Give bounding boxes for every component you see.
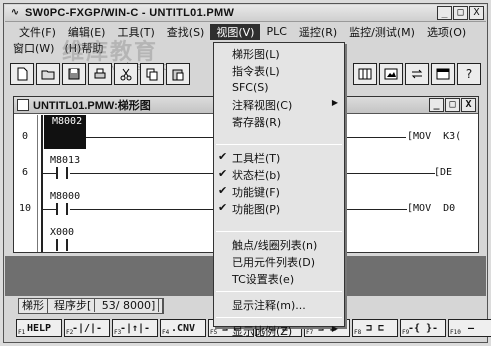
fkey-contact-nc[interactable]: -|/|- F2 <box>64 319 110 337</box>
menu-separator <box>216 231 342 232</box>
submenu-arrow-icon: ▶ <box>331 324 338 333</box>
rung-wire <box>43 173 56 174</box>
instruction-2: [DE <box>434 167 453 178</box>
menu-window[interactable]: 窗口(W) <box>13 40 54 56</box>
menu-item-contact-coil-list[interactable]: 触点/线圈列表(n) <box>214 236 344 253</box>
contact-symbol[interactable] <box>56 239 68 251</box>
paste-icon <box>172 69 184 81</box>
menu-item-registers[interactable]: 寄存器(R) <box>214 113 344 130</box>
step-number: 6 <box>21 167 29 178</box>
fkey-help[interactable]: HELP F1 <box>16 319 62 337</box>
menu-separator <box>216 144 342 145</box>
scissors-icon <box>120 68 132 81</box>
contact-symbol[interactable] <box>56 203 68 215</box>
step-number: 10 <box>18 203 32 214</box>
window-icon <box>436 68 450 80</box>
close-button[interactable]: X <box>469 6 484 20</box>
menu-plc[interactable]: PLC <box>260 25 292 38</box>
copy-button[interactable] <box>140 63 164 85</box>
picture-icon <box>384 68 398 80</box>
child-minimize-button[interactable]: _ <box>429 98 444 112</box>
view-menu-dropdown: 梯形图(L) 指令表(L) SFC(S) 注释视图(C) ▶ 寄存器(R) ✔ 工具… <box>213 42 345 338</box>
menu-item-status-bar[interactable]: ✔ 状态栏(b) <box>214 166 344 183</box>
menu-item-function-keys[interactable]: ✔ 功能键(F) <box>214 183 344 200</box>
menu-item-used-devices[interactable]: 已用元件列表(D) <box>214 253 344 270</box>
help-button[interactable]: ? <box>457 63 481 85</box>
open-folder-icon <box>41 70 55 80</box>
menu-item-sfc[interactable]: SFC(S) <box>214 79 344 96</box>
fkey-line[interactable]: — F10 <box>448 319 491 337</box>
new-file-button[interactable] <box>10 63 34 85</box>
toolbar-button-c[interactable] <box>405 63 429 85</box>
transfer-icon <box>411 69 423 79</box>
menu-options[interactable]: 选项(O) <box>421 24 472 40</box>
save-icon <box>68 68 80 80</box>
child-close-button[interactable]: X <box>461 98 476 112</box>
submenu-arrow-icon: ▶ <box>331 98 338 107</box>
menu-file[interactable]: 文件(F) <box>13 24 62 40</box>
step-number: 0 <box>21 131 29 142</box>
menu-separator <box>216 317 342 318</box>
menu-find[interactable]: 查找(S) <box>161 24 211 40</box>
fkey-8[interactable]: ⊐ ⊏ F8 <box>352 319 398 337</box>
paste-button[interactable] <box>166 63 190 85</box>
menu-separator <box>216 291 342 292</box>
status-mode: 梯形 <box>19 299 48 313</box>
status-bar: 梯形 程序步[ 53/ 8000] <box>18 298 165 314</box>
toolbar-button-b[interactable] <box>379 63 403 85</box>
fkey-coil[interactable]: -{ }- F9 <box>400 319 446 337</box>
contact-label: M8000 <box>50 191 81 202</box>
rung-wire <box>43 209 56 210</box>
menu-item-zoom[interactable]: 显示比例(Z) ▶ <box>214 322 344 339</box>
copy-icon <box>146 68 158 81</box>
main-window: ∿ SW0PC-FXGP/WIN-C - UNTITL01.PMW _ □ X … <box>3 3 491 343</box>
contact-label: M8013 <box>50 155 81 166</box>
minimize-button[interactable]: _ <box>437 6 452 20</box>
grid-icon <box>358 68 372 80</box>
menu-monitor[interactable]: 监控/测试(M) <box>343 24 421 40</box>
menu-item-function-diagram[interactable]: ✔ 功能图(P) <box>214 200 344 217</box>
contact-symbol[interactable] <box>56 167 68 179</box>
instruction-mov-3: [MOV D0 <box>407 203 456 214</box>
menu-item-ladder[interactable]: 梯形图(L) <box>214 45 344 62</box>
fkey-contact-pulse[interactable]: -|↑|- F3 <box>112 319 158 337</box>
save-button[interactable] <box>62 63 86 85</box>
contact-label: X000 <box>50 227 75 238</box>
ladder-window-title: UNTITL01.PMW:梯形图 <box>33 100 151 112</box>
checkmark-icon: ✔ <box>218 150 228 163</box>
menu-view[interactable]: 视图(V) <box>210 23 261 40</box>
window-title: SW0PC-FXGP/WIN-C - UNTITL01.PMW <box>25 7 235 19</box>
app-icon: ∿ <box>10 7 20 18</box>
menu-remote[interactable]: 遥控(R) <box>293 24 343 40</box>
status-steps: 程序步[ 53/ 8000] <box>48 299 164 313</box>
child-maximize-button[interactable]: □ <box>445 98 460 112</box>
document-icon <box>17 99 29 111</box>
title-bar: ∿ SW0PC-FXGP/WIN-C - UNTITL01.PMW _ □ X <box>5 5 486 22</box>
open-file-button[interactable] <box>36 63 60 85</box>
toolbar-button-d[interactable] <box>431 63 455 85</box>
fkey-convert[interactable]: .CNV F4 <box>160 319 206 337</box>
instruction-mov-1: [MOV K3( <box>407 131 462 142</box>
checkmark-icon: ✔ <box>218 167 228 180</box>
checkmark-icon: ✔ <box>218 201 228 214</box>
cut-button[interactable] <box>114 63 138 85</box>
maximize-button[interactable]: □ <box>453 6 468 20</box>
menu-item-tc-settings[interactable]: TC设置表(e) <box>214 270 344 287</box>
new-file-icon <box>17 67 28 81</box>
menu-item-instruction-list[interactable]: 指令表(L) <box>214 62 344 79</box>
left-power-rail <box>41 115 43 252</box>
menu-item-comment-view[interactable]: 注释视图(C) ▶ <box>214 96 344 113</box>
toolbar-button-a[interactable] <box>353 63 377 85</box>
ladder-cursor: M8002 <box>44 115 86 149</box>
menu-item-show-comments[interactable]: 显示注释(m)... <box>214 296 344 313</box>
print-button[interactable] <box>88 63 112 85</box>
print-icon <box>94 68 106 79</box>
checkmark-icon: ✔ <box>218 184 228 197</box>
question-icon: ? <box>465 67 473 81</box>
menu-item-toolbar[interactable]: ✔ 工具栏(T) <box>214 149 344 166</box>
